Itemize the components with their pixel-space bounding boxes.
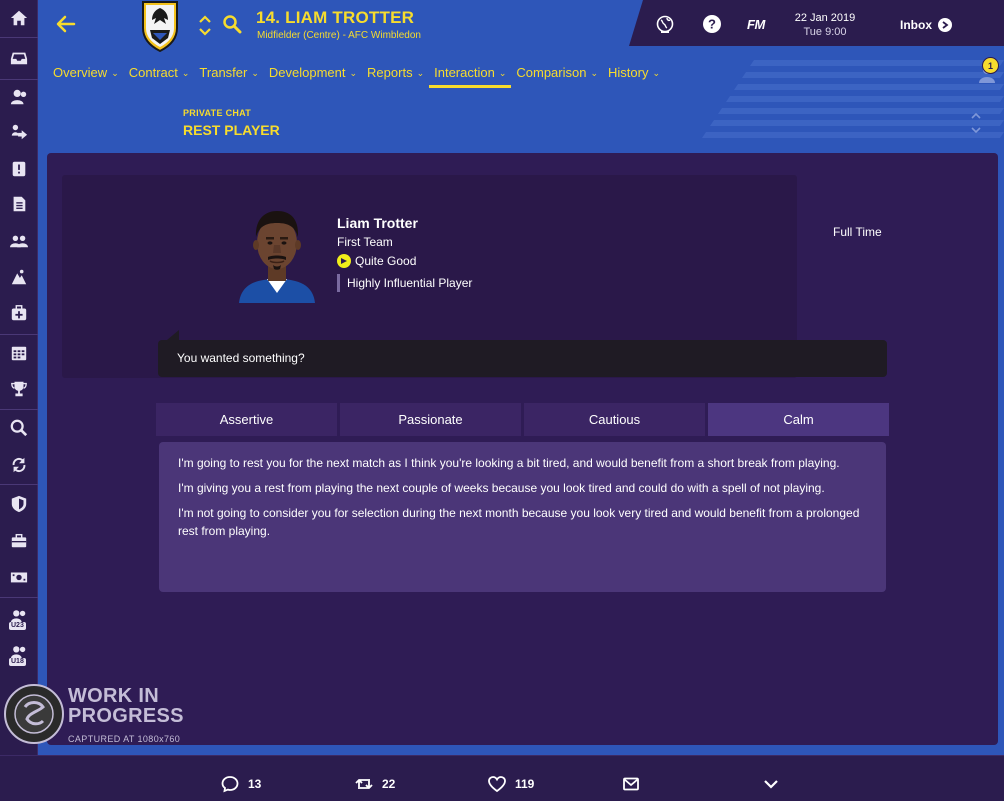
sidebar-finances-icon[interactable] <box>5 563 33 591</box>
sidebar-competitions-icon[interactable] <box>5 375 33 403</box>
sidebar-scouting-icon[interactable] <box>5 414 33 442</box>
like-count: 119 <box>515 777 535 791</box>
scroll-up-down-icon[interactable] <box>970 110 982 136</box>
sidebar-club-icon[interactable] <box>5 490 33 518</box>
tab-history[interactable]: History ⌄ <box>603 62 665 88</box>
tab-reports[interactable]: Reports ⌄ <box>362 62 429 88</box>
previous-player-chevron-icon[interactable] <box>198 14 212 24</box>
comment-icon <box>221 776 239 793</box>
response-option[interactable]: I'm not going to consider you for select… <box>159 502 886 545</box>
social-bar: 13 22 119 <box>0 755 1004 801</box>
watermark-caption: CAPTURED AT 1080x760 <box>68 734 181 744</box>
player-influence: Highly Influential Player <box>337 274 472 292</box>
sidebar-calendar-icon[interactable] <box>5 339 33 367</box>
next-player-chevron-icon[interactable] <box>198 27 212 37</box>
tab-interaction[interactable]: Interaction ⌄ <box>429 62 512 88</box>
sidebar-u23-icon[interactable]: U23 <box>5 603 33 631</box>
chat-panel: Liam Trotter First Team Quite Good Highl… <box>47 153 998 745</box>
sidebar-inbox-icon[interactable] <box>5 44 33 72</box>
retweet-count: 22 <box>382 777 396 791</box>
sidebar-transfers-icon[interactable] <box>5 451 33 479</box>
sidebar-staff-icon[interactable] <box>5 227 33 255</box>
sidebar-tactics-icon[interactable] <box>5 118 33 146</box>
back-arrow-icon[interactable] <box>54 12 78 36</box>
tab-transfer[interactable]: Transfer ⌄ <box>194 62 263 88</box>
svg-text:?: ? <box>708 17 716 32</box>
u18-tag: U18 <box>9 658 26 666</box>
tone-assertive-button[interactable]: Assertive <box>156 403 337 436</box>
sports-interactive-logo <box>4 684 64 744</box>
tone-passionate-button[interactable]: Passionate <box>340 403 521 436</box>
main-area: Liam Trotter First Team Quite Good Highl… <box>38 150 1004 755</box>
inbox-button[interactable]: Inbox <box>900 18 952 32</box>
inbox-label: Inbox <box>900 18 932 32</box>
mail-icon <box>623 777 639 791</box>
player-squad: First Team <box>337 235 393 249</box>
tab-comparison[interactable]: Comparison ⌄ <box>511 62 603 88</box>
response-options: I'm going to rest you for the next match… <box>159 442 886 592</box>
like-button[interactable]: 119 <box>488 775 534 793</box>
sidebar-squad-icon[interactable] <box>5 83 33 111</box>
comment-count: 13 <box>248 777 262 791</box>
more-button[interactable] <box>762 775 780 793</box>
retweet-icon <box>355 779 373 789</box>
contract-status: Full Time <box>833 225 882 239</box>
sidebar-training-icon[interactable] <box>5 263 33 291</box>
rating-arrow-icon <box>337 254 351 268</box>
player-subtitle[interactable]: Midfielder (Centre) - AFC Wimbledon <box>257 30 421 41</box>
tone-cautious-button[interactable]: Cautious <box>524 403 705 436</box>
section-title: REST PLAYER <box>183 122 280 138</box>
main-nav: Overview ⌄ Contract ⌄ Transfer ⌄ Developmen… <box>48 62 665 88</box>
tab-contract[interactable]: Contract ⌄ <box>124 62 195 88</box>
rating-text: Quite Good <box>355 254 417 268</box>
club-crest-icon[interactable] <box>140 0 180 52</box>
sidebar-reports-icon[interactable] <box>5 155 33 183</box>
response-option[interactable]: I'm giving you a rest from playing the n… <box>159 477 886 502</box>
help-icon[interactable]: ? <box>702 14 722 34</box>
heart-icon <box>488 776 506 793</box>
u23-tag: U23 <box>9 622 26 630</box>
sidebar: U23 U18 <box>0 0 38 755</box>
sidebar-documents-icon[interactable] <box>5 190 33 218</box>
tone-calm-button[interactable]: Calm <box>708 403 889 436</box>
player-name: Liam Trotter <box>337 215 418 231</box>
watermark-title: WORK IN PROGRESS <box>68 685 184 727</box>
world-globe-icon[interactable] <box>655 14 675 34</box>
speech-bubble-tail <box>167 330 179 340</box>
chevron-down-icon <box>764 780 778 789</box>
time-text: Tue 9:00 <box>803 26 847 38</box>
player-title: 14. LIAM TROTTER <box>256 8 415 27</box>
notification-badge: 1 <box>982 57 999 74</box>
date-text: 22 Jan 2019 <box>794 12 856 24</box>
player-avatar <box>239 211 315 303</box>
reply-button[interactable]: 13 <box>221 775 261 793</box>
section-label: PRIVATE CHAT <box>183 108 252 118</box>
continue-arrow-icon <box>938 18 952 32</box>
tab-development[interactable]: Development ⌄ <box>264 62 362 88</box>
sidebar-medical-icon[interactable] <box>5 299 33 327</box>
sidebar-home-icon[interactable] <box>5 4 33 32</box>
sidebar-u18-icon[interactable]: U18 <box>5 639 33 667</box>
search-icon[interactable] <box>222 14 242 34</box>
retweet-button[interactable]: 22 <box>355 775 395 793</box>
tone-selector: Assertive Passionate Cautious Calm <box>156 403 889 436</box>
header: 14. LIAM TROTTER Midfielder (Centre) - A… <box>38 0 1004 150</box>
player-rating: Quite Good <box>337 254 416 268</box>
tab-overview[interactable]: Overview ⌄ <box>48 62 124 88</box>
response-option[interactable]: I'm going to rest you for the next match… <box>159 452 886 477</box>
fm-menu-button[interactable]: FM <box>747 17 765 32</box>
player-speech-bubble: You wanted something? <box>158 340 887 377</box>
game-date[interactable]: 22 Jan 2019 Tue 9:00 <box>789 11 861 39</box>
top-bar: ? FM 22 Jan 2019 Tue 9:00 Inbox <box>629 0 1004 46</box>
message-button[interactable] <box>622 775 640 793</box>
header-stripes-decoration <box>702 60 1004 138</box>
sidebar-board-icon[interactable] <box>5 527 33 555</box>
